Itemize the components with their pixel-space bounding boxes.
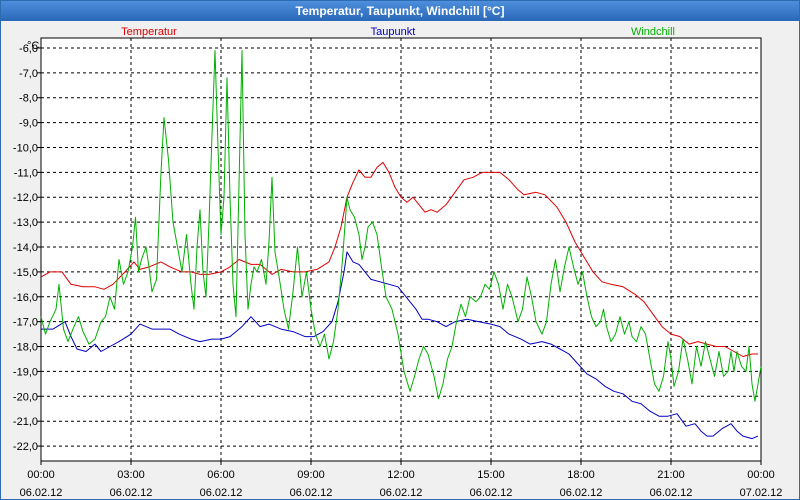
y-tick-label: -15,0 bbox=[13, 267, 38, 279]
x-tick-time: 09:00 bbox=[297, 469, 325, 481]
y-tick-label: -19,0 bbox=[13, 366, 38, 378]
y-tick-label: -8,0 bbox=[19, 93, 38, 105]
x-tick-time: 18:00 bbox=[567, 469, 595, 481]
x-tick-time: 00:00 bbox=[27, 469, 55, 481]
x-tick-time: 06:00 bbox=[207, 469, 235, 481]
x-tick-time: 21:00 bbox=[657, 469, 685, 481]
y-tick-label: -16,0 bbox=[13, 292, 38, 304]
y-tick-label: -18,0 bbox=[13, 342, 38, 354]
x-tick-date: 06.02.12 bbox=[200, 487, 243, 499]
x-tick-date: 06.02.12 bbox=[380, 487, 423, 499]
legend-item-temperatur: Temperatur bbox=[121, 26, 177, 38]
x-tick-date: 06.02.12 bbox=[650, 487, 693, 499]
x-tick-date: 06.02.12 bbox=[470, 487, 513, 499]
y-tick-label: -14,0 bbox=[13, 242, 38, 254]
x-tick-time: 03:00 bbox=[117, 469, 145, 481]
x-axis: 00:00 06.02.12 03:00 06.02.12 06:00 06.02.12 0… bbox=[20, 461, 783, 499]
legend-item-windchill: Windchill bbox=[631, 26, 675, 38]
y-tick-label: -13,0 bbox=[13, 217, 38, 229]
y-tick-label: -12,0 bbox=[13, 192, 38, 204]
chart-window: Temperatur, Taupunkt, Windchill [°C] -6,… bbox=[0, 0, 800, 500]
y-axis: -6,0-7,0-8,0-9,0-10,0-11,0-12,0-13,0-14,… bbox=[13, 43, 41, 453]
x-tick-date: 06.02.12 bbox=[20, 487, 63, 499]
y-tick-label: -21,0 bbox=[13, 416, 38, 428]
x-tick-date: 06.02.12 bbox=[290, 487, 333, 499]
legend: Temperatur Taupunkt Windchill bbox=[121, 26, 675, 38]
y-tick-label: -10,0 bbox=[13, 142, 38, 154]
line-chart: -6,0-7,0-8,0-9,0-10,0-11,0-12,0-13,0-14,… bbox=[13, 26, 783, 499]
y-tick-label: -22,0 bbox=[13, 441, 38, 453]
x-tick-date: 06.02.12 bbox=[560, 487, 603, 499]
y-tick-label: -20,0 bbox=[13, 391, 38, 403]
x-tick-date: 07.02.12 bbox=[740, 487, 783, 499]
x-tick-time: 12:00 bbox=[387, 469, 415, 481]
x-tick-time: 15:00 bbox=[477, 469, 505, 481]
y-tick-label: -9,0 bbox=[19, 118, 38, 130]
y-tick-label: -7,0 bbox=[19, 68, 38, 80]
legend-item-taupunkt: Taupunkt bbox=[371, 26, 416, 38]
y-axis-unit: °C bbox=[27, 40, 39, 52]
x-tick-date: 06.02.12 bbox=[110, 487, 153, 499]
y-tick-label: -17,0 bbox=[13, 317, 38, 329]
y-tick-label: -11,0 bbox=[14, 167, 38, 179]
x-tick-time: 00:00 bbox=[747, 469, 775, 481]
